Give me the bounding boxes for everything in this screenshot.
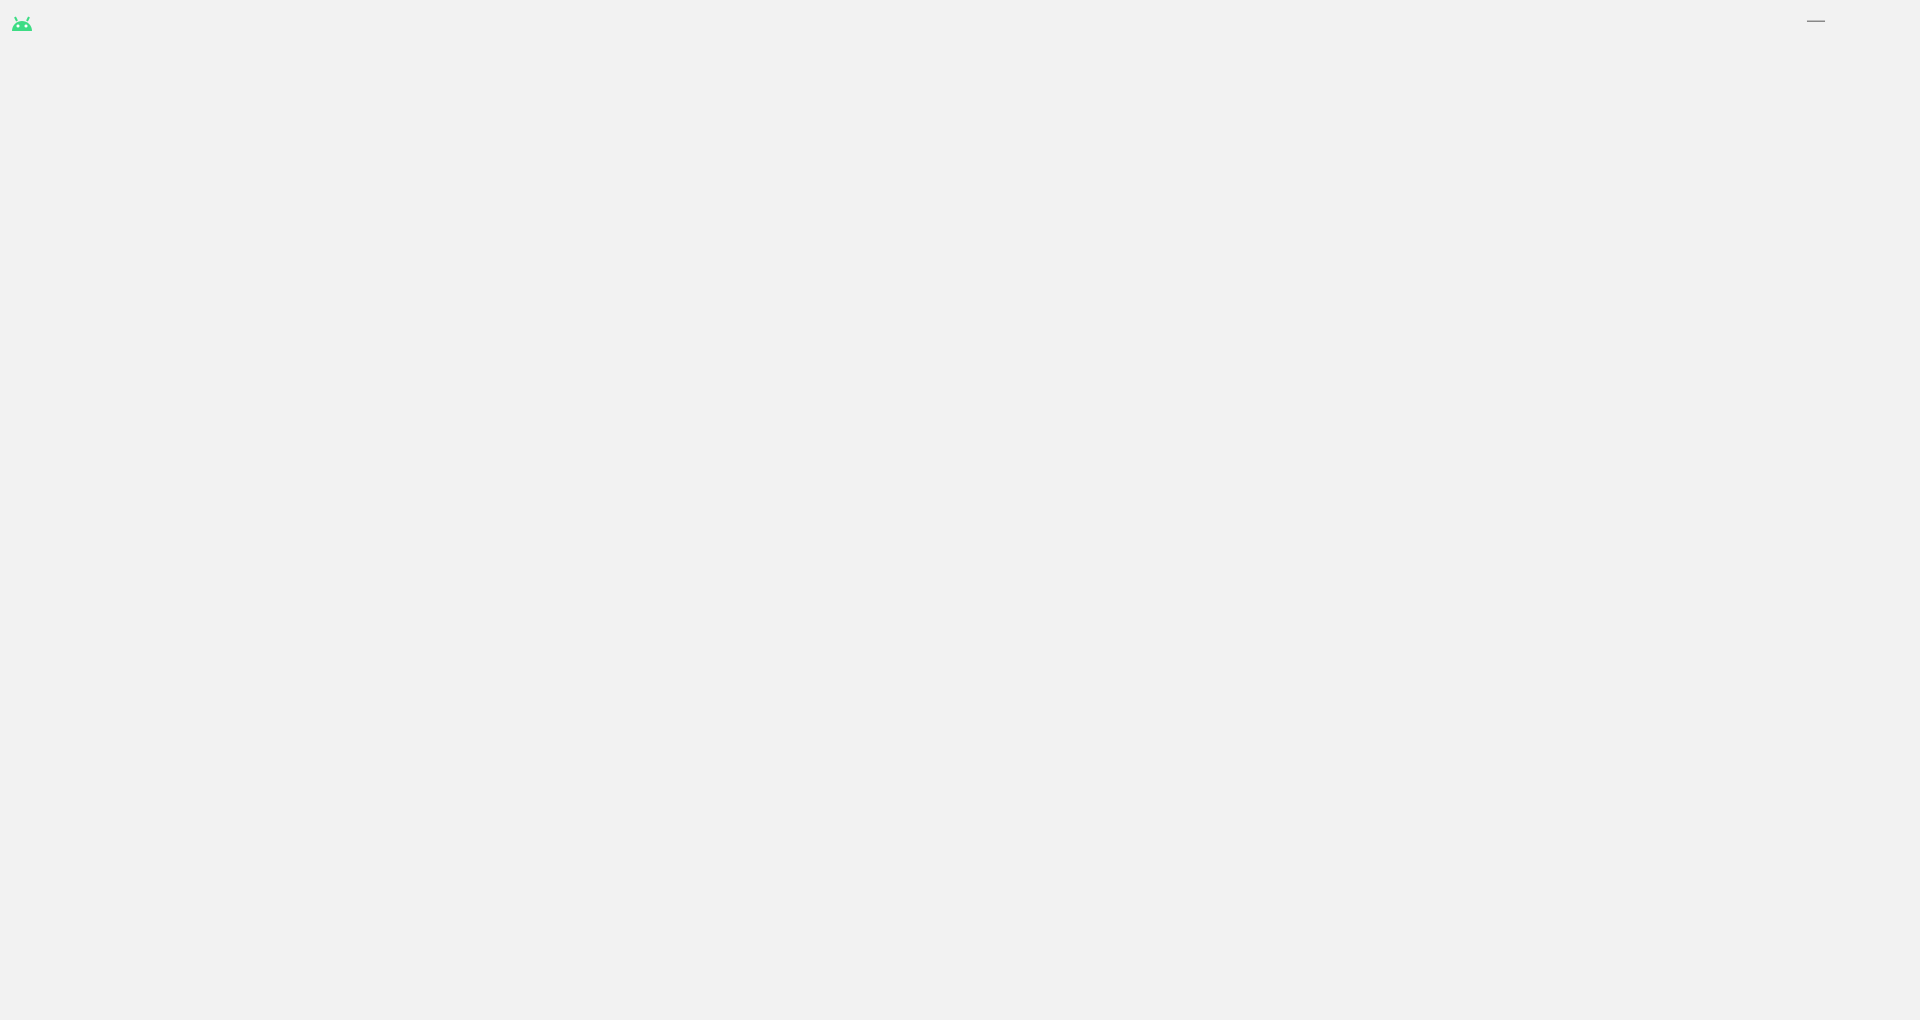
- minimize-button[interactable]: —: [1796, 8, 1836, 32]
- title-bar: —: [0, 0, 1920, 44]
- android-studio-logo-icon: [12, 16, 32, 31]
